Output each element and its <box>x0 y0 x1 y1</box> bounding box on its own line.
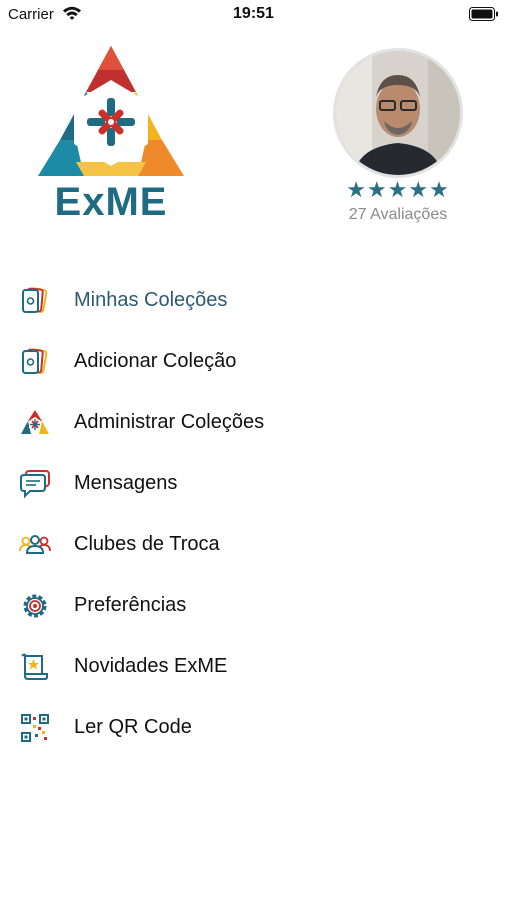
gear-icon <box>18 591 52 621</box>
menu-item-clubes-de-troca[interactable]: Clubes de Troca <box>0 516 507 572</box>
menu-label: Novidades ExME <box>74 655 228 677</box>
brand-name: ExME <box>54 180 168 224</box>
group-icon <box>18 530 52 560</box>
menu-item-preferencias[interactable]: Preferências <box>0 577 507 633</box>
chat-bubbles-icon <box>18 469 52 499</box>
menu-item-novidades-exme[interactable]: Novidades ExME <box>0 638 507 694</box>
clock: 19:51 <box>233 5 274 22</box>
menu-label: Clubes de Troca <box>74 533 220 555</box>
profile-avatar[interactable] <box>333 48 463 178</box>
menu-item-adicionar-colecao[interactable]: Adicionar Coleção <box>0 333 507 389</box>
cards-add-icon <box>18 347 52 377</box>
menu-item-mensagens[interactable]: Mensagens <box>0 455 507 511</box>
menu-label: Administrar Coleções <box>74 411 265 433</box>
menu-label: Preferências <box>74 594 187 616</box>
menu-label: Mensagens <box>74 472 178 494</box>
menu-item-administrar-colecoes[interactable]: Administrar Coleções <box>0 394 507 450</box>
menu-item-minhas-colecoes[interactable]: Minhas Coleções <box>0 272 507 328</box>
rating-count: 27 Avaliações <box>348 206 448 223</box>
triangle-logo-icon <box>18 408 52 438</box>
menu-label: Adicionar Coleção <box>74 350 237 372</box>
exme-logo: ExME <box>36 44 186 224</box>
cards-icon <box>18 286 52 316</box>
battery-icon <box>469 7 499 26</box>
menu-label: Minhas Coleções <box>74 289 228 311</box>
rating-stars: ★★★★★ <box>346 178 450 203</box>
menu-label: Ler QR Code <box>74 716 192 738</box>
scroll-icon <box>18 652 52 682</box>
qr-code-icon <box>18 713 52 743</box>
status-bar: Carrier 19:51 <box>0 0 507 30</box>
menu-item-ler-qr-code[interactable]: Ler QR Code <box>0 699 507 755</box>
